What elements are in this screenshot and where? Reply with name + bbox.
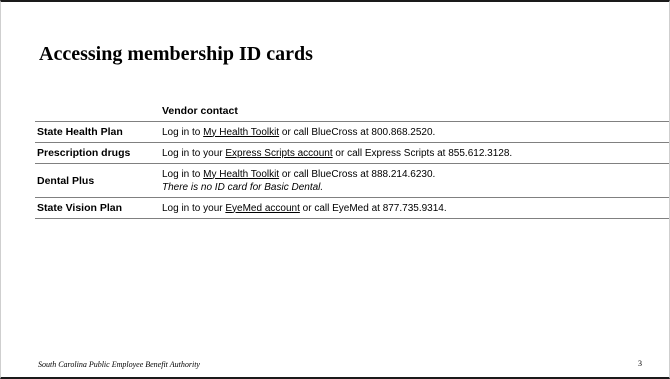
row-contact: Log in to your Express Scripts account o… [162,147,669,160]
contact-text-post: or call BlueCross at 888.214.6230. [279,168,436,180]
table-row: State Health Plan Log in to My Health To… [35,122,669,143]
row-label: State Health Plan [37,126,123,138]
contact-note: There is no ID card for Basic Dental. [162,181,324,193]
contact-text-post: or call EyeMed at 877.735.9314. [299,202,447,214]
row-contact: Log in to My Health Toolkit or call Blue… [162,126,669,139]
contact-text-pre: Log in to your [162,147,226,159]
eyemed-account-link[interactable]: EyeMed account [225,203,300,214]
contact-text-post: or call Express Scripts at 855.612.3128. [332,147,513,159]
contact-text-pre: Log in to [162,168,204,180]
my-health-toolkit-link[interactable]: My Health Toolkit [203,127,279,138]
my-health-toolkit-link[interactable]: My Health Toolkit [203,169,279,180]
row-label: State Vision Plan [37,202,122,214]
row-label: Dental Plus [37,174,95,187]
contact-text-pre: Log in to your [162,202,226,214]
contact-line: Log in to My Health Toolkit or call Blue… [162,168,669,181]
express-scripts-account-link[interactable]: Express Scripts account [225,148,332,159]
slide-title: Accessing membership ID cards [39,43,313,65]
footer-organization: South Carolina Public Employee Benefit A… [38,360,200,369]
table-header-vendor-contact: Vendor contact [162,105,238,117]
slide: Accessing membership ID cards Vendor con… [0,0,670,379]
row-label: Prescription drugs [37,147,131,159]
row-contact: Log in to your EyeMed account or call Ey… [162,202,669,215]
page-number: 3 [638,359,642,368]
contact-text-pre: Log in to [162,126,204,138]
row-contact: Log in to My Health Toolkit or call Blue… [162,168,669,194]
table-row: State Vision Plan Log in to your EyeMed … [35,198,669,219]
table-row: Dental Plus Log in to My Health Toolkit … [35,164,669,198]
table-header-row: Vendor contact [35,102,669,122]
table-row: Prescription drugs Log in to your Expres… [35,143,669,164]
contact-text-post: or call BlueCross at 800.868.2520. [279,126,436,138]
vendor-contact-table: Vendor contact State Health Plan Log in … [35,102,669,219]
